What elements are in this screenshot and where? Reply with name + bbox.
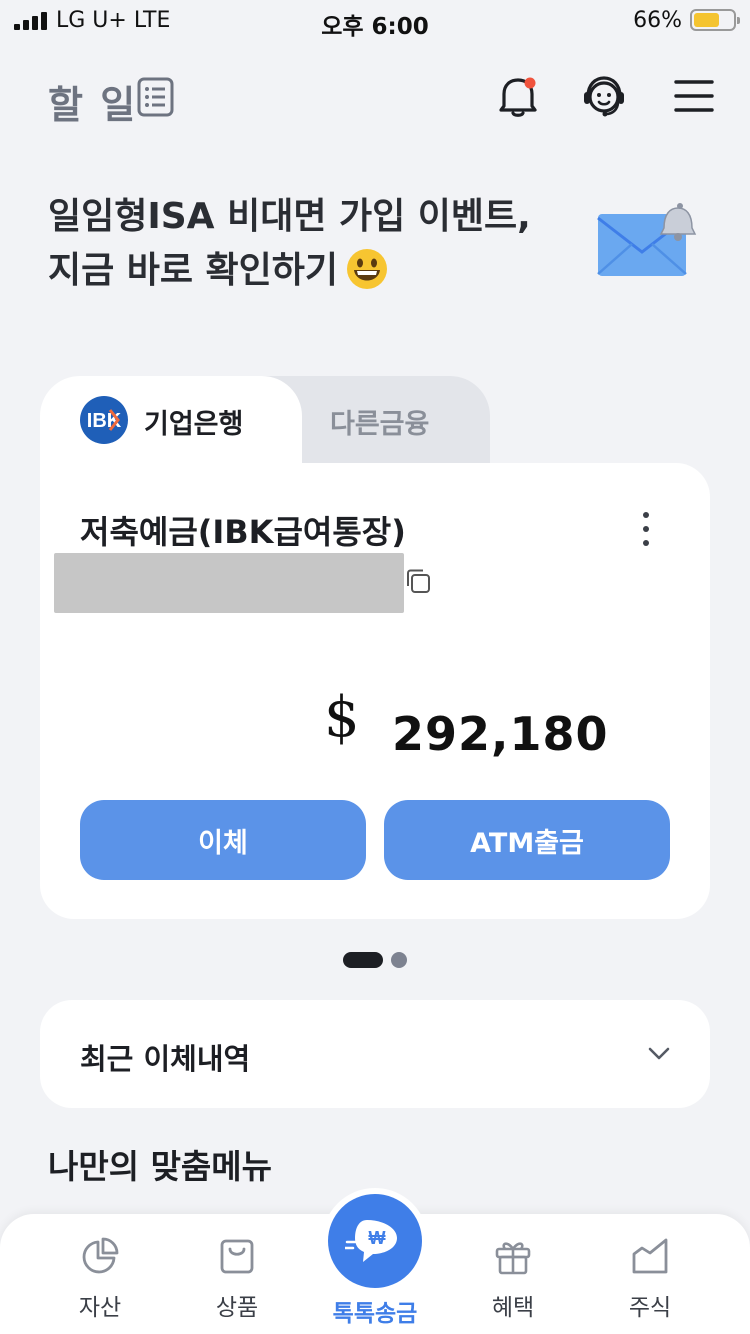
battery-icon: [690, 9, 740, 31]
more-options-icon[interactable]: [634, 509, 658, 549]
tab-ibk-label[interactable]: 기업은행: [144, 402, 243, 441]
nav-products-label: 상품: [215, 1295, 259, 1321]
chevron-down-icon[interactable]: [646, 1040, 672, 1066]
hamburger-menu-icon[interactable]: [670, 72, 718, 120]
stock-chart-icon: [632, 1238, 668, 1274]
nav-talk-transfer[interactable]: ₩ 톡톡송금: [318, 1190, 432, 1334]
promo-banner[interactable]: 일임형ISA 비대면 가입 이벤트, 지금 바로 확인하기: [48, 190, 531, 298]
talk-transfer-button[interactable]: ₩: [328, 1194, 422, 1288]
nav-benefits-label: 혜택: [491, 1295, 535, 1321]
shopping-bag-icon: [220, 1239, 254, 1274]
battery-percent: 66%: [633, 8, 682, 33]
promo-line-2: 지금 바로 확인하기: [48, 244, 531, 298]
account-balance: 292,180: [392, 707, 609, 761]
nav-assets-label: 자산: [78, 1295, 122, 1321]
nav-products[interactable]: 상품: [177, 1214, 297, 1334]
promo-line-1: 일임형ISA 비대면 가입 이벤트,: [48, 196, 531, 237]
recent-transfers-card[interactable]: 최근 이체내역: [40, 1000, 710, 1108]
account-name: 저축예금(IBK급여통장): [80, 513, 406, 551]
pie-chart-icon: [82, 1237, 119, 1274]
currency-symbol: $: [324, 685, 360, 750]
copy-icon[interactable]: [404, 567, 432, 595]
nav-stocks-label: 주식: [628, 1295, 672, 1321]
account-number-masked: [54, 553, 404, 613]
custom-menu-title: 나만의 맞춤메뉴: [48, 1147, 273, 1186]
smile-emoji-icon: [347, 249, 388, 289]
pager-dot-active[interactable]: [343, 952, 383, 968]
nav-benefits[interactable]: 혜택: [453, 1214, 573, 1334]
gift-icon: [495, 1242, 531, 1275]
bell-icon[interactable]: [494, 72, 542, 120]
nav-stocks[interactable]: 주식: [590, 1214, 710, 1334]
envelope-bell-icon[interactable]: [594, 200, 698, 282]
status-bar: LG U+ LTE 오후 6:00 66%: [0, 0, 750, 42]
svg-text:₩: ₩: [369, 1228, 386, 1248]
tab-other-finance-label[interactable]: 다른금융: [330, 402, 429, 441]
atm-withdraw-button[interactable]: ATM출금: [384, 800, 670, 880]
transfer-button[interactable]: 이체: [80, 800, 366, 880]
list-icon[interactable]: [137, 77, 174, 117]
account-card[interactable]: 저축예금(IBK급여통장) $ 292,180 이체 ATM출금: [40, 463, 710, 919]
nav-assets[interactable]: 자산: [40, 1214, 160, 1334]
notification-dot: [524, 77, 536, 89]
ibk-logo-icon: IBK: [80, 396, 128, 444]
chat-won-icon: ₩: [345, 1220, 397, 1262]
pager-dot[interactable]: [391, 952, 407, 968]
page-title[interactable]: 할 일: [48, 74, 137, 129]
nav-talk-transfer-label: 톡톡송금: [332, 1301, 418, 1327]
promo-line-2-text: 지금 바로 확인하기: [48, 250, 339, 291]
recent-transfers-label: 최근 이체내역: [80, 1042, 251, 1076]
support-headset-icon[interactable]: [580, 72, 628, 120]
